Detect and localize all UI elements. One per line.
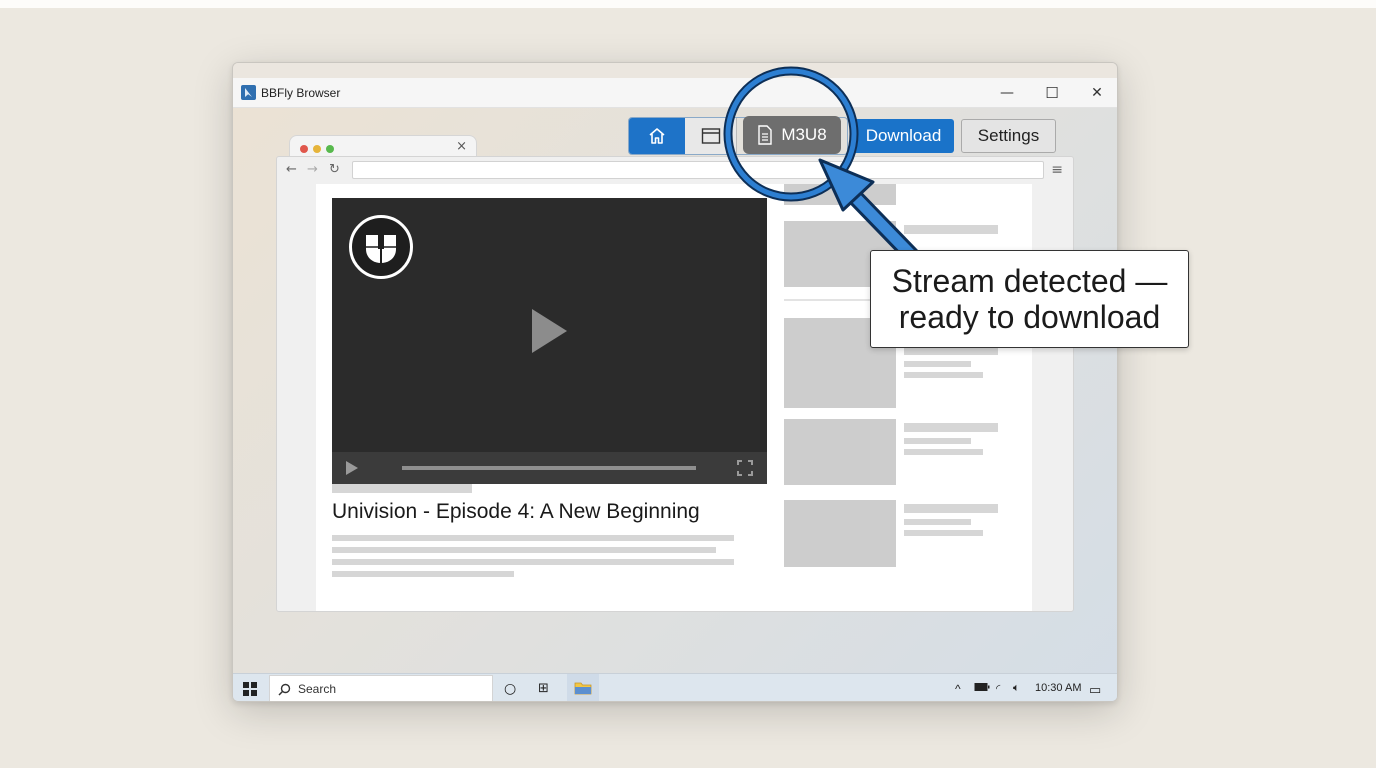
browser-window-button[interactable] [685, 118, 737, 154]
windows-start-icon[interactable] [243, 682, 257, 696]
video-progress-bar[interactable] [402, 466, 696, 470]
play-button-small-icon[interactable] [346, 461, 358, 475]
placeholder-line [332, 535, 734, 541]
browser-window-icon [701, 128, 720, 144]
wifi-icon[interactable]: ◜ [996, 682, 1000, 695]
related-thumbnail[interactable] [784, 500, 896, 567]
tray-chevron-icon[interactable]: ^ [955, 682, 961, 696]
reload-icon[interactable]: ↻ [329, 162, 340, 177]
related-thumbnail[interactable] [784, 419, 896, 485]
notification-icon[interactable]: ▭ [1089, 682, 1101, 698]
placeholder-line [904, 519, 971, 525]
related-thumbnail[interactable] [784, 184, 896, 205]
placeholder-line [332, 547, 716, 553]
m3u8-label: M3U8 [781, 125, 827, 144]
play-icon[interactable] [532, 309, 567, 353]
task-view-icon[interactable]: ⊞ [538, 681, 549, 696]
top-strip [0, 0, 1376, 8]
video-controls [332, 452, 767, 484]
download-button[interactable]: Download [853, 119, 954, 153]
battery-icon[interactable] [974, 682, 990, 695]
close-button[interactable]: ✕ [1075, 78, 1117, 108]
m3u8-button[interactable]: M3U8 [743, 116, 841, 154]
home-button[interactable] [629, 118, 685, 154]
app-logo-icon [241, 85, 256, 100]
taskbar: Search ○ ⊞ ^ ◜ 🔈︎ 10:30 AM ▭ [233, 673, 1117, 701]
cortana-icon[interactable]: ○ [504, 681, 516, 697]
forward-icon[interactable]: → [307, 162, 318, 177]
app-title: BBFly Browser [261, 86, 341, 100]
settings-button[interactable]: Settings [961, 119, 1056, 153]
folder-icon [574, 682, 592, 695]
maximize-button[interactable]: ☐ [1030, 78, 1074, 108]
minimize-dot [313, 145, 321, 153]
browser-nav-bar: ← → ↻ ≡ [277, 157, 1073, 183]
univision-logo [349, 215, 413, 279]
placeholder-line [904, 504, 998, 513]
file-explorer-button[interactable] [567, 674, 599, 701]
placeholder-line [332, 484, 472, 493]
menu-icon[interactable]: ≡ [1051, 162, 1063, 178]
stream-detected-callout: Stream detected — ready to download [870, 250, 1189, 348]
app-window: BBFly Browser — ☐ ✕ M3U8 Download Settin… [232, 62, 1118, 702]
web-page: Univision - Episode 4: A New Beginning [316, 184, 1032, 611]
placeholder-line [904, 438, 971, 444]
address-bar[interactable] [352, 161, 1044, 179]
video-title: Univision - Episode 4: A New Beginning [332, 500, 700, 523]
placeholder-line [904, 372, 983, 378]
back-icon[interactable]: ← [286, 162, 297, 177]
maximize-dot [326, 145, 334, 153]
titlebar-top [233, 63, 1117, 78]
clock[interactable]: 10:30 AM [1035, 682, 1081, 694]
taskbar-search-box[interactable]: Search [269, 675, 493, 701]
volume-icon[interactable]: 🔈︎ [1013, 682, 1020, 695]
placeholder-line [904, 225, 998, 234]
placeholder-line [904, 530, 983, 536]
tab-close-icon[interactable]: × [456, 139, 467, 154]
placeholder-line [904, 423, 998, 432]
search-icon [278, 683, 291, 696]
placeholder-line [904, 361, 971, 367]
placeholder-line [904, 449, 983, 455]
minimize-button[interactable]: — [985, 78, 1029, 108]
browser-frame: ← → ↻ ≡ Univision - Episode 4: A New Beg… [276, 156, 1074, 612]
titlebar: BBFly Browser — ☐ ✕ [233, 78, 1117, 108]
video-player[interactable] [332, 198, 767, 484]
fullscreen-icon[interactable] [737, 460, 753, 476]
document-icon [758, 125, 773, 145]
close-dot [300, 145, 308, 153]
taskbar-search-label: Search [298, 682, 337, 696]
placeholder-line [332, 559, 734, 565]
home-icon [649, 128, 665, 144]
placeholder-line [332, 571, 514, 577]
